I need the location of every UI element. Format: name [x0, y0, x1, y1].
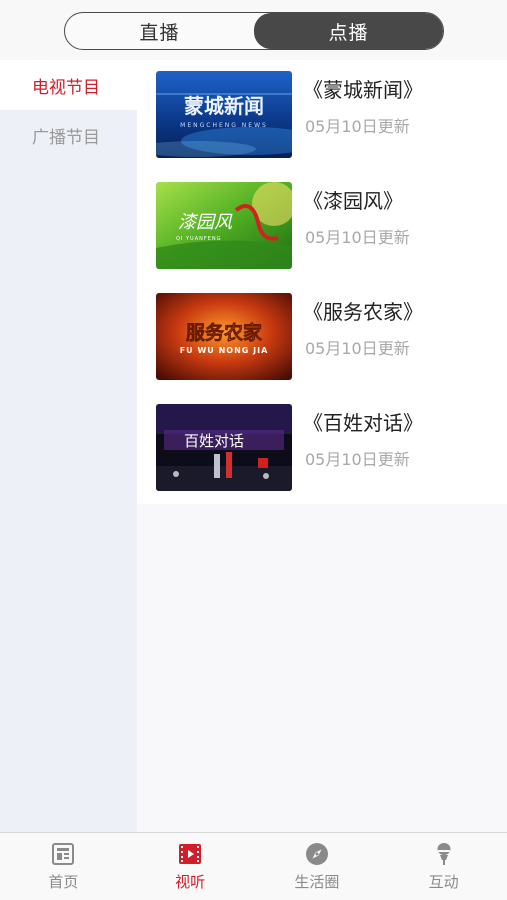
program-item-qiyuanfeng[interactable]: 漆园风 QI YUANFENG 《漆园风》 05月10日更新	[137, 171, 507, 282]
live-vod-switch: 直播 点播	[64, 12, 444, 50]
tab-label: 生活圈	[294, 873, 340, 891]
svg-text:QI YUANFENG: QI YUANFENG	[176, 236, 222, 242]
svg-text:蒙城新闻: 蒙城新闻	[184, 94, 264, 118]
program-thumbnail: 蒙城新闻 MENGCHENG NEWS	[156, 71, 292, 158]
tab-label: 互动	[428, 873, 459, 891]
fuwu-nongjia-image: 服务农家 FU WU NONG JIA	[156, 293, 292, 380]
program-title: 《蒙城新闻》	[303, 78, 423, 102]
tab-vod[interactable]: 点播	[254, 13, 443, 49]
list-empty-area	[137, 504, 507, 832]
bottom-tab-bar: 首页 视听 生活圈 互动	[0, 832, 507, 900]
tab-live[interactable]: 直播	[65, 13, 254, 49]
tab-interact[interactable]: 互动	[380, 833, 507, 900]
app-screen: 直播 点播 电视节目 广播节目 蒙城新闻 MENGCHENG NEWS 《蒙城新…	[0, 0, 507, 900]
newspaper-icon	[52, 843, 75, 865]
program-item-baixing-duihua[interactable]: 百姓对话 《百姓对话》 05月10日更新	[137, 393, 507, 504]
svg-text:FU WU NONG JIA: FU WU NONG JIA	[180, 346, 269, 355]
program-update-date: 05月10日更新	[305, 450, 410, 469]
microphone-icon	[437, 843, 451, 865]
program-title: 《百姓对话》	[303, 411, 423, 435]
program-list: 蒙城新闻 MENGCHENG NEWS 《蒙城新闻》 05月10日更新 漆园风 …	[137, 60, 507, 504]
program-thumbnail: 服务农家 FU WU NONG JIA	[156, 293, 292, 380]
qiyuanfeng-image: 漆园风 QI YUANFENG	[156, 182, 292, 269]
sidebar-item-tv[interactable]: 电视节目	[0, 60, 137, 110]
program-thumbnail: 百姓对话	[156, 404, 292, 491]
program-update-date: 05月10日更新	[305, 339, 410, 358]
tab-life-circle[interactable]: 生活圈	[254, 833, 381, 900]
tab-label: 首页	[48, 873, 79, 891]
program-thumbnail: 漆园风 QI YUANFENG	[156, 182, 292, 269]
program-item-mengcheng-news[interactable]: 蒙城新闻 MENGCHENG NEWS 《蒙城新闻》 05月10日更新	[137, 60, 507, 171]
svg-text:百姓对话: 百姓对话	[184, 432, 244, 450]
tab-label: 视听	[175, 873, 206, 891]
tab-media[interactable]: 视听	[127, 833, 254, 900]
program-item-fuwu-nongjia[interactable]: 服务农家 FU WU NONG JIA 《服务农家》 05月10日更新	[137, 282, 507, 393]
compass-icon	[305, 843, 328, 865]
tab-home[interactable]: 首页	[0, 833, 127, 900]
svg-text:MENGCHENG NEWS: MENGCHENG NEWS	[180, 122, 268, 129]
mengcheng-news-image: 蒙城新闻 MENGCHENG NEWS	[156, 71, 292, 158]
program-update-date: 05月10日更新	[305, 117, 410, 136]
category-sidebar: 电视节目 广播节目	[0, 60, 137, 832]
svg-text:服务农家: 服务农家	[186, 321, 263, 344]
program-title: 《服务农家》	[303, 300, 423, 324]
film-icon	[179, 844, 202, 864]
svg-text:漆园风: 漆园风	[178, 212, 233, 233]
program-title: 《漆园风》	[303, 189, 403, 213]
program-update-date: 05月10日更新	[305, 228, 410, 247]
sidebar-item-radio[interactable]: 广播节目	[0, 110, 137, 160]
top-bar: 直播 点播	[0, 0, 507, 60]
baixing-duihua-image: 百姓对话	[156, 404, 292, 491]
